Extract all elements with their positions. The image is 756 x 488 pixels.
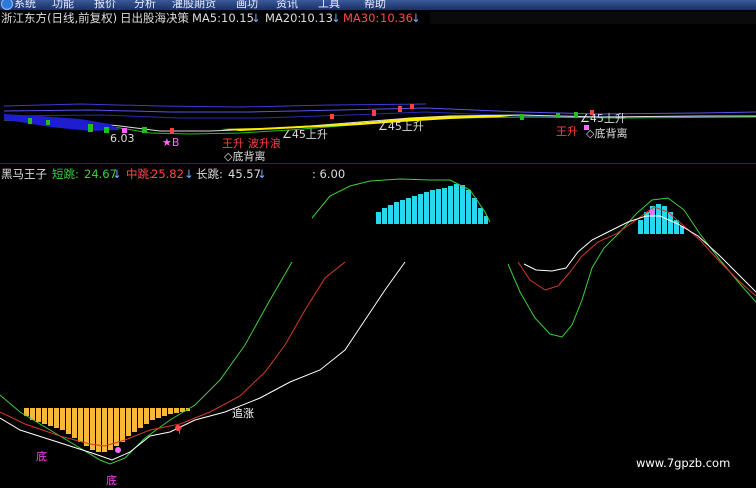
histogram-bar — [472, 198, 477, 224]
marker-dot — [649, 209, 655, 215]
long-line-segment-3 — [507, 197, 756, 338]
divergence-label-2: ◇底背离 — [586, 127, 628, 140]
histogram-bar — [442, 188, 447, 224]
histogram-bar — [72, 408, 77, 438]
histogram-bar — [644, 212, 649, 234]
angle-label-2: ∠45上升 — [378, 120, 424, 133]
histogram-bar — [174, 408, 179, 413]
candle — [46, 120, 50, 125]
histogram-bar — [150, 408, 155, 420]
histogram-bar — [466, 190, 471, 224]
cyan-histogram-1 — [376, 184, 488, 224]
histogram-bar — [126, 408, 131, 436]
chase-label: 追涨 — [232, 407, 254, 420]
histogram-bar — [132, 408, 137, 432]
angle-label-3: ∠45上升 — [580, 112, 626, 125]
histogram-bar — [66, 408, 71, 434]
histogram-bar — [406, 198, 411, 224]
histogram-bar — [162, 408, 167, 416]
histogram-bar — [144, 408, 149, 424]
candle — [104, 127, 109, 133]
histogram-bar — [114, 408, 119, 446]
histogram-bar — [78, 408, 83, 442]
histogram-bar — [382, 208, 387, 224]
long-line-segment-1 — [0, 261, 293, 465]
bottom-label-2: 底 — [106, 474, 117, 487]
candle — [170, 128, 174, 133]
candle — [556, 113, 560, 118]
candle — [574, 112, 578, 118]
histogram-bar — [36, 408, 41, 422]
b-mark-label: ★B — [162, 136, 180, 149]
histogram-bar — [424, 192, 429, 224]
mid-line-segment-2 — [517, 206, 756, 297]
histogram-bar — [376, 212, 381, 224]
histogram-bar — [156, 408, 161, 418]
histogram-bar — [54, 408, 59, 428]
chart-canvas — [0, 103, 756, 465]
histogram-bar — [84, 408, 89, 446]
histogram-bar — [460, 185, 465, 224]
histogram-bar — [412, 196, 417, 224]
histogram-bar — [120, 408, 125, 442]
candle — [330, 114, 334, 119]
up-arrow-icon: ↑ — [175, 424, 185, 437]
candle — [398, 106, 402, 112]
histogram-bar — [168, 408, 173, 414]
angle-label-1: ∠45上升 — [282, 128, 328, 141]
histogram-bar — [478, 208, 483, 224]
histogram-bar — [436, 189, 441, 224]
histogram-bar — [388, 205, 393, 224]
histogram-bar — [48, 408, 53, 426]
histogram-bar — [138, 408, 143, 428]
histogram-bar — [418, 194, 423, 224]
rise-label-2: 王升 — [556, 125, 578, 138]
bottom-label-1: 底 — [36, 450, 47, 463]
site-watermark: www.7gpzb.com — [636, 456, 731, 470]
candle — [28, 118, 32, 124]
ma-line-blue-1 — [3, 103, 427, 108]
histogram-bar — [638, 220, 643, 234]
divergence-label-1: ◇底背离 — [224, 150, 266, 163]
histogram-bar — [454, 184, 459, 224]
histogram-bar — [430, 190, 435, 224]
ma-line-blue-2 — [3, 107, 756, 115]
candle — [372, 110, 376, 116]
marker-dot — [115, 447, 121, 453]
histogram-bar — [448, 186, 453, 224]
histogram-bar — [42, 408, 47, 424]
candle — [88, 124, 93, 132]
candle — [142, 127, 147, 133]
candle — [410, 104, 414, 109]
cyan-histogram-2 — [638, 204, 684, 234]
histogram-bar — [60, 408, 65, 430]
histogram-bar — [400, 200, 405, 224]
low-price-label: 6.03 — [110, 132, 135, 145]
ma-band-blue — [4, 114, 120, 131]
histogram-bar — [394, 202, 399, 224]
short-line-segment-1 — [0, 261, 406, 461]
candle — [520, 114, 524, 120]
